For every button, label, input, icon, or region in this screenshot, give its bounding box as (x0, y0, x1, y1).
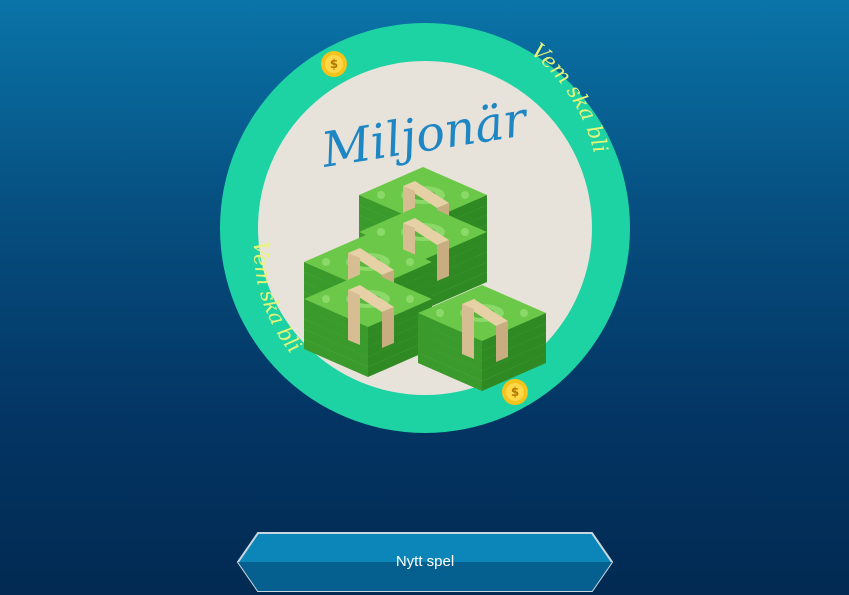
logo-graphic: Miljonär Vem ska bli Vem ska bli $ $ (220, 23, 630, 433)
coin-icon: $ (502, 379, 528, 405)
new-game-button[interactable]: Nytt spel (236, 532, 614, 592)
game-logo: Miljonär Vem ska bli Vem ska bli $ $ (220, 23, 630, 433)
svg-text:$: $ (330, 57, 338, 71)
svg-text:$: $ (511, 385, 519, 399)
new-game-label: Nytt spel (395, 553, 455, 570)
coin-icon: $ (321, 51, 347, 77)
